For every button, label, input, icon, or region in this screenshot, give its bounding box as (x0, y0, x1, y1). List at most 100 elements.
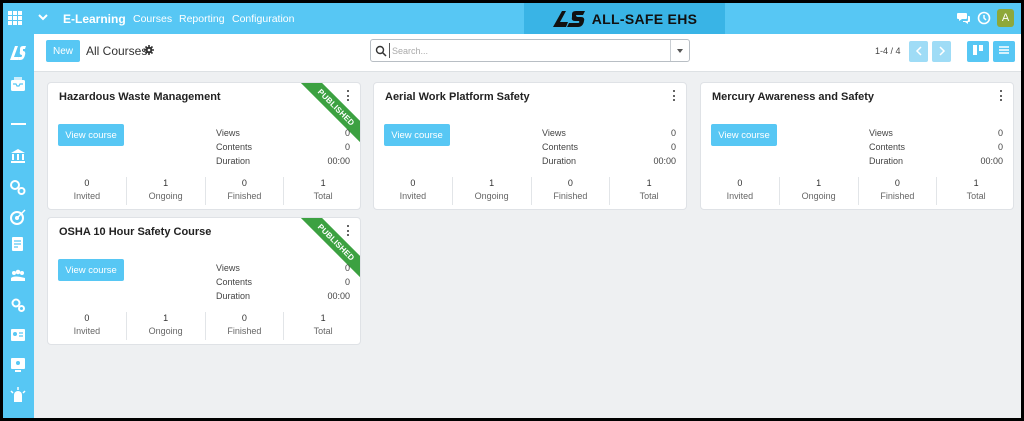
brand-logo-icon (552, 10, 585, 27)
stat-label: Views (216, 128, 240, 138)
stat-value: 00:00 (327, 291, 350, 301)
app-window: E-Learning Courses Reporting Configurati… (3, 3, 1021, 418)
course-card[interactable]: Hazardous Waste Management PUBLISHED Vie… (47, 82, 361, 210)
stat-value: 0 (344, 142, 350, 152)
stat-value: 00:00 (980, 156, 1003, 166)
sidebar-institution-icon[interactable] (9, 147, 27, 165)
stat-value: 0 (344, 263, 350, 273)
app-name[interactable]: E-Learning (63, 12, 126, 26)
sidebar-report-icon[interactable] (9, 235, 27, 253)
metric-ongoing[interactable]: 1 Ongoing (127, 177, 206, 205)
sidebar-id-card-icon[interactable] (9, 326, 27, 344)
stat-value: 0 (670, 128, 676, 138)
nav-courses[interactable]: Courses (133, 13, 172, 25)
stat-value: 0 (344, 277, 350, 287)
stat-value: 0 (344, 128, 350, 138)
metric-finished[interactable]: 0 Finished (206, 312, 285, 340)
course-title[interactable]: Mercury Awareness and Safety (712, 91, 874, 103)
stat-label: Views (869, 128, 893, 138)
stat-value: 0 (670, 142, 676, 152)
search-icon (375, 45, 387, 57)
top-navbar: E-Learning Courses Reporting Configurati… (3, 3, 1021, 34)
search-box (370, 39, 690, 62)
course-metrics: 0 Invited 1 Ongoing 0 Finished 1 Total (701, 177, 1013, 205)
page-title[interactable]: All Courses (86, 44, 147, 58)
stat-label: Contents (542, 142, 579, 152)
view-course-button[interactable]: View course (384, 124, 450, 146)
metric-total[interactable]: 1 Total (610, 177, 686, 205)
metric-invited[interactable]: 0 Invited (48, 312, 127, 340)
course-card[interactable]: Aerial Work Platform Safety View course … (373, 82, 687, 210)
stat-label: Views (216, 263, 240, 273)
metric-ongoing[interactable]: 1 Ongoing (780, 177, 859, 205)
search-input[interactable] (389, 43, 669, 58)
new-button[interactable]: New (46, 40, 80, 62)
kebab-menu-icon[interactable] (999, 90, 1003, 101)
sidebar-inbox-icon[interactable] (9, 75, 27, 93)
stat-label: Views (542, 128, 566, 138)
list-view-icon (999, 46, 1009, 54)
course-card[interactable]: Mercury Awareness and Safety View course… (700, 82, 1014, 210)
metric-total[interactable]: 1 Total (284, 177, 360, 205)
stat-label: Duration (542, 156, 577, 166)
course-card[interactable]: OSHA 10 Hour Safety Course PUBLISHED Vie… (47, 217, 361, 345)
nav-configuration[interactable]: Configuration (232, 13, 294, 25)
sidebar-alert-icon[interactable] (9, 386, 27, 404)
course-metrics: 0 Invited 1 Ongoing 0 Finished 1 Total (374, 177, 686, 205)
sidebar-monitor-icon[interactable] (9, 356, 27, 374)
control-panel: New All Courses 1-4 / 4 (34, 34, 1021, 72)
kebab-menu-icon[interactable] (346, 225, 350, 236)
stat-value: 0 (997, 128, 1003, 138)
apps-grid-icon[interactable] (8, 11, 22, 25)
brand-banner: ALL-SAFE EHS (524, 3, 725, 34)
user-avatar[interactable]: A (997, 9, 1014, 27)
metric-finished[interactable]: 0 Finished (859, 177, 938, 205)
pager-previous-button[interactable] (909, 41, 928, 62)
published-ribbon: PUBLISHED (296, 83, 360, 147)
settings-gear-icon[interactable] (144, 45, 154, 55)
chevron-right-icon (938, 45, 945, 56)
metric-total[interactable]: 1 Total (284, 312, 360, 340)
published-ribbon: PUBLISHED (296, 218, 360, 282)
metric-ongoing[interactable]: 1 Ongoing (453, 177, 532, 205)
stat-label: Contents (216, 142, 253, 152)
metric-total[interactable]: 1 Total (937, 177, 1013, 205)
search-options-toggle[interactable] (670, 40, 689, 61)
metric-finished[interactable]: 0 Finished (532, 177, 611, 205)
list-view-button[interactable] (993, 41, 1015, 62)
metric-invited[interactable]: 0 Invited (48, 177, 127, 205)
view-course-button[interactable]: View course (711, 124, 777, 146)
clock-icon[interactable] (977, 11, 991, 25)
chat-icon[interactable] (957, 11, 971, 25)
sidebar-target-icon[interactable] (9, 208, 27, 226)
stat-label: Duration (869, 156, 904, 166)
kebab-menu-icon[interactable] (346, 90, 350, 101)
app-sidebar (3, 34, 34, 418)
stat-value: 0 (997, 142, 1003, 152)
metric-invited[interactable]: 0 Invited (374, 177, 453, 205)
stat-value: 00:00 (653, 156, 676, 166)
stat-label: Contents (869, 142, 906, 152)
kanban-view-button[interactable] (967, 41, 989, 62)
nav-reporting[interactable]: Reporting (179, 13, 225, 25)
metric-ongoing[interactable]: 1 Ongoing (127, 312, 206, 340)
pager-next-button[interactable] (932, 41, 951, 62)
view-course-button[interactable]: View course (58, 259, 124, 281)
stat-label: Duration (216, 291, 251, 301)
pager-value[interactable]: 1-4 / 4 (875, 46, 901, 56)
sidebar-gears-icon[interactable] (9, 178, 27, 196)
course-title[interactable]: Hazardous Waste Management (59, 91, 221, 103)
sidebar-logo-icon[interactable] (9, 44, 27, 62)
chevron-left-icon (915, 45, 922, 56)
metric-finished[interactable]: 0 Finished (206, 177, 285, 205)
chevron-down-icon[interactable] (37, 11, 49, 23)
course-metrics: 0 Invited 1 Ongoing 0 Finished 1 Total (48, 177, 360, 205)
kanban-view-icon (973, 45, 983, 55)
course-title[interactable]: Aerial Work Platform Safety (385, 91, 530, 103)
sidebar-settings-icon[interactable] (9, 296, 27, 314)
view-course-button[interactable]: View course (58, 124, 124, 146)
metric-invited[interactable]: 0 Invited (701, 177, 780, 205)
sidebar-team-icon[interactable] (9, 266, 27, 284)
course-title[interactable]: OSHA 10 Hour Safety Course (59, 226, 211, 238)
kebab-menu-icon[interactable] (672, 90, 676, 101)
